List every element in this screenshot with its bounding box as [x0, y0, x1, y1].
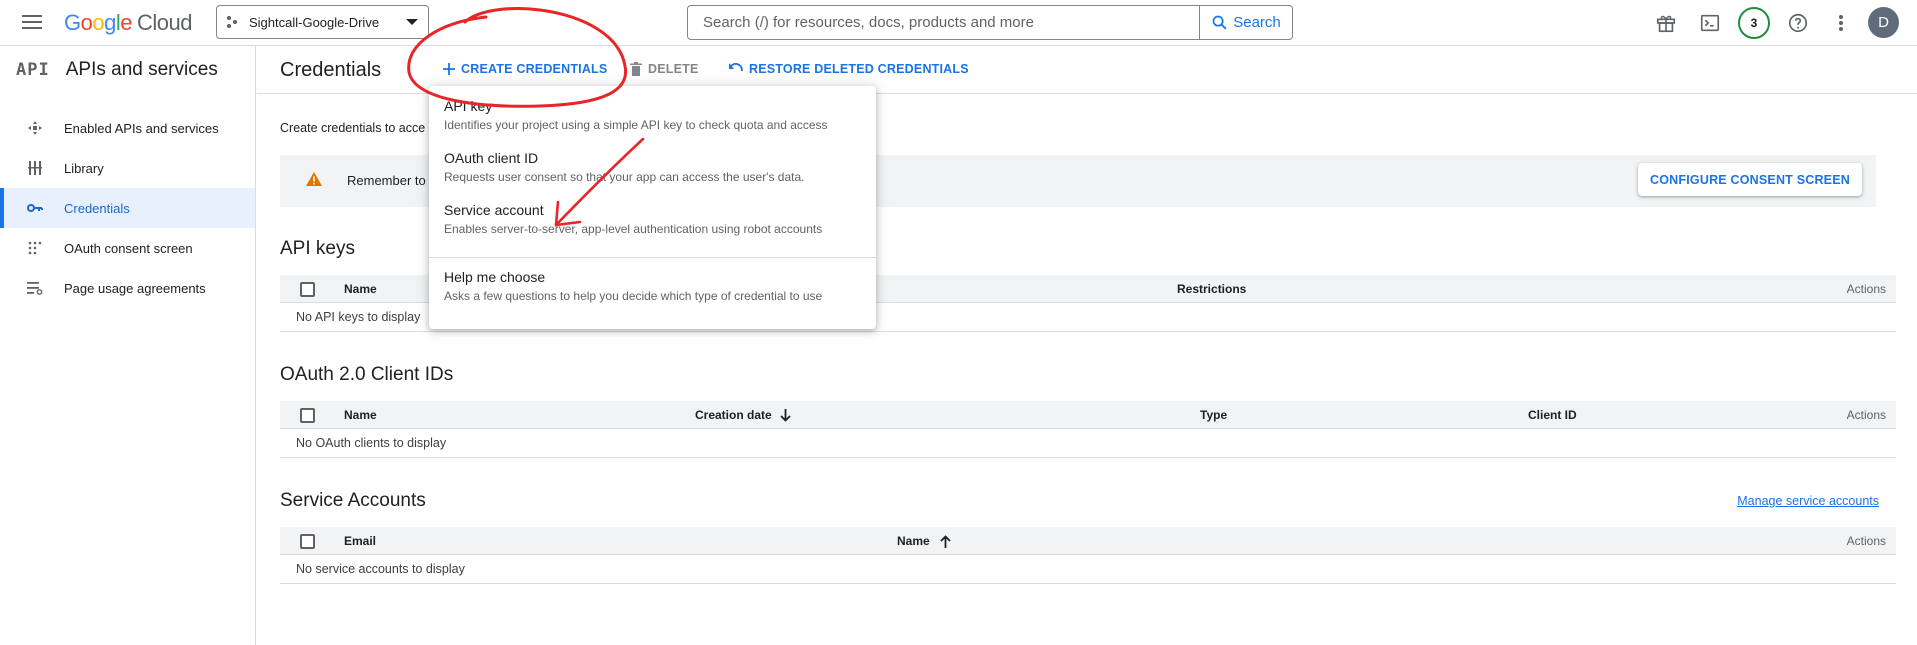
sidebar-item-label: Credentials [64, 200, 130, 216]
select-all-checkbox[interactable] [300, 408, 315, 423]
library-icon [26, 159, 44, 177]
sidebar-item-enabled-apis[interactable]: Enabled APIs and services [0, 108, 255, 148]
google-cloud-logo[interactable]: Google Cloud [64, 10, 192, 36]
sidebar-item-page-usage[interactable]: Page usage agreements [0, 268, 255, 308]
oauth-empty-row: No OAuth clients to display [280, 430, 1896, 458]
menu-item-description: Enables server-to-server, app-level auth… [444, 222, 823, 236]
column-header-actions: Actions [1846, 282, 1886, 296]
search-input[interactable] [688, 6, 1199, 39]
menu-divider [429, 257, 876, 258]
sidebar-item-credentials[interactable]: Credentials [0, 188, 255, 228]
sidebar-item-label: Enabled APIs and services [64, 120, 219, 136]
create-credentials-label: CREATE CREDENTIALS [461, 62, 608, 76]
sidebar-item-label: OAuth consent screen [64, 240, 193, 256]
project-name: Sightcall-Google-Drive [249, 14, 380, 30]
cloud-shell-icon[interactable] [1696, 9, 1724, 37]
create-credentials-menu: API key Identifies your project using a … [429, 86, 876, 329]
create-credentials-button[interactable]: CREATE CREDENTIALS [443, 62, 607, 76]
menu-item-help-me-choose[interactable]: Help me choose Asks a few questions to h… [429, 265, 876, 317]
column-header-name[interactable]: Name [344, 408, 377, 422]
menu-item-description: Requests user consent so that your app c… [444, 170, 805, 184]
search-bar: Search [687, 5, 1293, 40]
api-logo: API [16, 60, 50, 80]
api-keys-title: API keys [280, 238, 355, 259]
trash-icon [630, 62, 642, 76]
intro-text: Create credentials to acce [280, 121, 426, 135]
menu-item-description: Asks a few questions to help you decide … [444, 289, 823, 303]
column-header-client-id[interactable]: Client ID [1528, 408, 1577, 422]
more-vert-icon[interactable] [1827, 9, 1855, 37]
sidebar: API APIs and services Enabled APIs and s… [0, 46, 256, 645]
project-icon [227, 15, 241, 29]
add-icon [443, 63, 455, 75]
sidebar-item-label: Library [64, 160, 104, 176]
column-header-actions: Actions [1846, 534, 1886, 548]
column-header-type[interactable]: Type [1200, 408, 1227, 422]
consent-icon [26, 239, 44, 257]
restore-deleted-button[interactable]: RESTORE DELETED CREDENTIALS [728, 62, 969, 76]
column-header-label: Creation date [695, 408, 772, 422]
sidebar-item-library[interactable]: Library [0, 148, 255, 188]
service-accounts-empty-row: No service accounts to display [280, 556, 1896, 584]
delete-label: DELETE [648, 62, 699, 76]
menu-item-title: API key [444, 98, 493, 114]
column-header-creation-date[interactable]: Creation date [695, 408, 791, 422]
column-header-actions: Actions [1846, 408, 1886, 422]
search-button[interactable]: Search [1199, 6, 1292, 39]
menu-item-oauth-client-id[interactable]: OAuth client ID Requests user consent so… [429, 146, 876, 198]
enabled-apis-icon [26, 119, 44, 137]
sidebar-header: API APIs and services [0, 46, 255, 94]
key-icon [26, 199, 44, 217]
warning-icon [306, 172, 322, 186]
select-all-checkbox[interactable] [300, 282, 315, 297]
menu-item-title: Service account [444, 202, 544, 218]
sidebar-item-label: Page usage agreements [64, 280, 206, 296]
main-menu-icon[interactable] [20, 11, 48, 35]
sidebar-title: APIs and services [65, 59, 218, 80]
menu-item-service-account[interactable]: Service account Enables server-to-server… [429, 198, 876, 250]
manage-service-accounts-link[interactable]: Manage service accounts [1737, 494, 1879, 508]
help-icon[interactable] [1784, 9, 1812, 37]
column-header-name[interactable]: Name [897, 534, 951, 548]
menu-item-title: OAuth client ID [444, 150, 539, 166]
restore-label: RESTORE DELETED CREDENTIALS [749, 62, 969, 76]
oauth-table-header: Name Creation date Type Client ID Action… [280, 401, 1896, 429]
column-header-restrictions: Restrictions [1177, 282, 1247, 296]
menu-item-title: Help me choose [444, 269, 546, 285]
configure-consent-screen-button[interactable]: CONFIGURE CONSENT SCREEN [1638, 163, 1862, 196]
page-title: Credentials [280, 59, 382, 81]
chevron-down-icon [406, 19, 418, 25]
select-all-checkbox[interactable] [300, 534, 315, 549]
banner-text: Remember to [347, 173, 426, 188]
notifications-badge[interactable]: 3 [1738, 7, 1770, 39]
top-bar: Google Cloud Sightcall-Google-Drive Searc… [0, 0, 1917, 46]
menu-item-api-key[interactable]: API key Identifies your project using a … [429, 94, 876, 146]
service-accounts-table-header: Email Name Actions [280, 527, 1896, 555]
project-picker[interactable]: Sightcall-Google-Drive [216, 5, 429, 39]
agreements-icon [26, 279, 44, 297]
menu-item-description: Identifies your project using a simple A… [444, 118, 828, 132]
delete-button[interactable]: DELETE [630, 62, 699, 76]
column-header-email[interactable]: Email [344, 534, 376, 548]
arrow-up-icon [940, 534, 951, 548]
arrow-down-icon [780, 408, 791, 422]
column-header-label: Name [897, 534, 930, 548]
sidebar-item-oauth-consent[interactable]: OAuth consent screen [0, 228, 255, 268]
gift-icon[interactable] [1652, 9, 1680, 37]
avatar[interactable]: D [1868, 7, 1899, 38]
oauth-clients-title: OAuth 2.0 Client IDs [280, 364, 454, 385]
service-accounts-title: Service Accounts [280, 490, 426, 511]
search-button-label: Search [1233, 14, 1281, 31]
undo-icon [729, 63, 743, 72]
search-icon [1212, 15, 1227, 30]
column-header-name[interactable]: Name [344, 282, 377, 296]
